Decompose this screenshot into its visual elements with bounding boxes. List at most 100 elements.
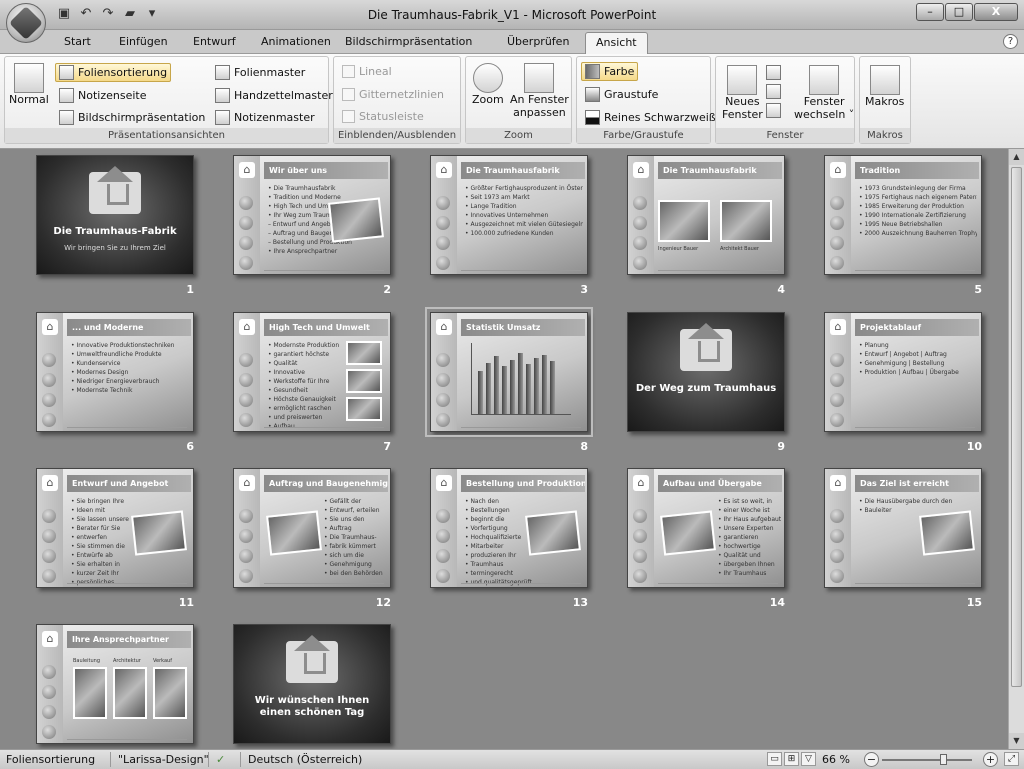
office-button[interactable] [6,3,46,43]
grayscale-icon [585,87,600,102]
move-split-icon[interactable] [766,103,781,118]
notes-page-button[interactable]: Notizenseite [59,88,146,103]
customize-icon[interactable]: ▾ [144,6,160,22]
house-logo-icon: ⌂ [239,162,255,178]
zoom-level[interactable]: 66 % [822,753,850,766]
normal-view-button[interactable]: Normal [9,63,49,106]
undo-icon[interactable]: ↶ [78,6,94,22]
slide-thumbnail[interactable]: ⌂ Statistik Umsatz [425,307,593,437]
circle-icon [830,413,844,427]
magnifier-icon [472,63,503,93]
scroll-down-icon[interactable]: ▼ [1009,733,1024,749]
slide-thumbnail[interactable]: ⌂ Tradition • 1973 Grundsteinlegung der Fi… [824,155,982,275]
maximize-button[interactable]: □ [945,3,973,21]
open-icon[interactable]: ▰ [122,6,138,22]
slide-thumbnail[interactable]: ⌂ Projektablauf • Planung • Entwurf | Angeb… [824,312,982,432]
statusbar-checkbox[interactable]: Statusleiste [342,110,424,123]
slide-thumbnail[interactable]: ⌂ Die Traumhausfabrik • Größter Fertighaus… [430,155,588,275]
bullet-item: • Entwurf, erteilen [324,507,380,514]
zoom-in-icon[interactable]: + [983,752,998,767]
bullet-item: • Traumhaus [465,561,504,568]
normal-view-icon[interactable]: ▭ [767,752,782,766]
circle-icon [239,509,253,523]
close-button[interactable]: X [974,3,1018,21]
slide-sorter-button[interactable]: Foliensortierung [55,63,172,82]
new-window-label-2: Fenster [722,108,763,121]
notes-master-button[interactable]: Notizenmaster [215,110,315,125]
slide-show-button[interactable]: Bildschirmpräsentation [59,110,205,125]
tab-bildschirmpraesentation[interactable]: Bildschirmpräsentation [345,35,472,48]
pure-bw-button[interactable]: Reines Schwarzweiß [585,110,716,125]
house-logo-icon: ⌂ [239,475,255,491]
macros-button[interactable]: Makros [865,65,904,108]
slide-thumbnail[interactable]: ⌂ Entwurf und Angebot • Sie bringen Ihre • … [36,468,194,588]
slide-thumbnail[interactable]: ⌂ Bestellung und Produktion • Nach den • Be… [430,468,588,588]
vertical-scrollbar[interactable]: ▲ ▼ [1008,149,1024,749]
slide-number: 6 [186,440,194,453]
bullet-item: • Genehmigung | Bestellung [859,360,945,367]
handout-master-button[interactable]: Handzettelmaster [215,88,333,103]
arrange-all-icon[interactable] [766,65,781,80]
tab-start[interactable]: Start [64,35,91,48]
fit-window-button[interactable]: An Fenster anpassen [510,63,569,119]
switch-window-button[interactable]: Fenster wechseln ˅ [794,65,854,121]
slide-thumbnail[interactable]: ⌂ Ihre Ansprechpartner Bauleitung Architekt… [36,624,194,744]
zoom-slider-thumb[interactable] [940,754,947,765]
slide-thumbnail[interactable]: Der Weg zum Traumhaus [627,312,785,432]
bullet-item: • Sie uns den [324,516,365,523]
cascade-icon[interactable] [766,84,781,99]
circle-icon [42,665,56,679]
fit-window-label-1: An Fenster [510,93,569,106]
slide-thumbnail[interactable]: ⌂ Auftrag und Baugenehmigung • Gefällt der… [233,468,391,588]
slide-thumbnail[interactable]: ⌂ Das Ziel ist erreicht • Die Hausübergabe… [824,468,982,588]
slide-number: 2 [383,283,391,296]
slide-sorter-view-icon[interactable]: ⊞ [784,752,799,766]
tab-ueberpruefen[interactable]: Überprüfen [507,35,569,48]
slide-thumbnail[interactable]: Die Traumhaus-Fabrik Wir bringen Sie zu I… [36,155,194,275]
circle-icon [633,196,647,210]
slide-master-button[interactable]: Folienmaster [215,65,305,80]
chart-bar [518,353,523,414]
slide-thumbnail[interactable]: ⌂ High Tech und Umwelt • Modernste Produkt… [233,312,391,432]
tab-entwurf[interactable]: Entwurf [193,35,236,48]
fit-slide-icon[interactable]: ⤢ [1004,752,1019,766]
zoom-out-icon[interactable]: − [864,752,879,767]
circle-icon [436,393,450,407]
group-label: Makros [860,128,910,143]
spellcheck-icon[interactable]: ✓ [216,753,225,766]
zoom-slider[interactable] [882,759,972,761]
status-separator [208,752,209,767]
tab-animationen[interactable]: Animationen [261,35,331,48]
handout-master-icon [215,88,230,103]
slide-footer [67,583,187,584]
slide-thumbnail[interactable]: ⌂ Die Traumhausfabrik Ingenieur Bauer Archi… [627,155,785,275]
new-window-button[interactable]: Neues Fenster [722,65,763,121]
slide-thumbnail[interactable]: ⌂ ... und Moderne • Innovative Produktions… [36,312,194,432]
slide-thumbnail[interactable]: Wir wünschen Ihnen einen schönen Tag [233,624,391,744]
tab-ansicht[interactable]: Ansicht [585,32,648,55]
save-icon[interactable]: ▣ [56,6,72,22]
slide-title: Wir wünschen Ihnen einen schönen Tag [254,695,370,718]
help-icon[interactable]: ? [1003,34,1018,49]
slide-bullets: • 1973 Grundsteinlegung der Firma • 1975 … [859,184,977,238]
status-theme[interactable]: "Larissa-Design" [118,753,209,766]
photo-caption: Architekt Bauer [720,246,759,252]
slide-title: Entwurf und Angebot [67,475,191,492]
grayscale-button[interactable]: Graustufe [585,87,658,102]
zoom-button[interactable]: Zoom [472,63,504,106]
status-language[interactable]: Deutsch (Österreich) [248,753,362,766]
slide-thumbnail[interactable]: ⌂ Wir über uns • Die Traumhausfabrik • Trad… [233,155,391,275]
tab-einfuegen[interactable]: Einfügen [119,35,168,48]
ruler-checkbox[interactable]: Lineal [342,65,392,78]
color-button[interactable]: Farbe [581,62,639,81]
redo-icon[interactable]: ↷ [100,6,116,22]
scroll-up-icon[interactable]: ▲ [1009,149,1024,165]
zoom-label: Zoom [472,93,504,106]
ribbon-tabs: Start Einfügen Entwurf Animationen Bilds… [0,30,1024,55]
slide-show-view-icon[interactable]: ▽ [801,752,816,766]
group-label: Präsentationsansichten [5,128,328,143]
scroll-thumb[interactable] [1011,167,1022,687]
gridlines-checkbox[interactable]: Gitternetzlinien [342,88,444,101]
slide-thumbnail[interactable]: ⌂ Aufbau und Übergabe • Es ist so weit, in… [627,468,785,588]
minimize-button[interactable]: – [916,3,944,21]
